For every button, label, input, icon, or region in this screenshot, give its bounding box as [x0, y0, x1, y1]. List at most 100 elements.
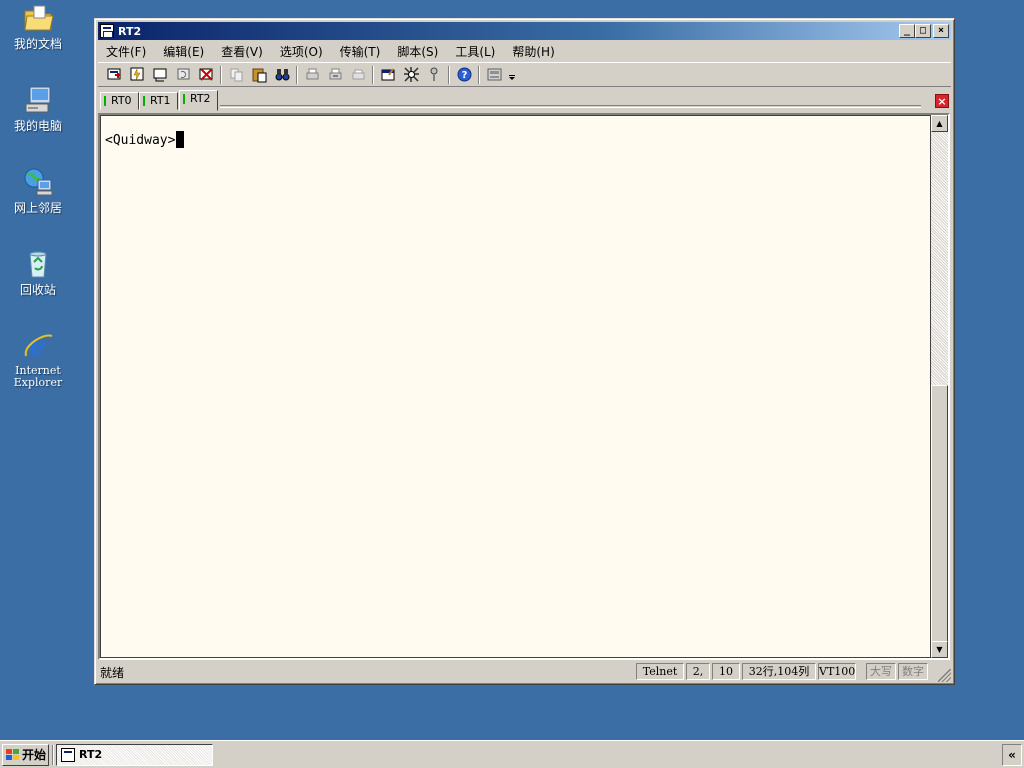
status-size: 32行,104列 [742, 663, 816, 680]
toolbar-connect-tab-button[interactable] [150, 65, 170, 85]
paste-icon [252, 68, 266, 83]
toolbar-print-selection-button[interactable] [325, 65, 345, 85]
reconnect-icon [177, 68, 189, 80]
internet-explorer-icon: e [24, 332, 53, 362]
menu-file[interactable]: 文件(F) [106, 43, 146, 60]
printer-icon [352, 69, 364, 80]
taskbar-window-label: RT2 [79, 748, 103, 761]
print-icon [306, 68, 318, 80]
terminal-panel[interactable]: <Quidway> ▲ ▼ [98, 113, 950, 660]
tray-expand-button[interactable]: « [1002, 744, 1022, 766]
status-bar: 就绪 Telnet 2, 10 32行,104列 VT100 大写 数字 [98, 662, 951, 682]
svg-text:?: ? [461, 70, 467, 81]
menu-edit[interactable]: 编辑(E) [163, 43, 204, 60]
menu-transfer[interactable]: 传输(T) [340, 43, 381, 60]
binoculars-icon [275, 69, 289, 81]
taskbar-separator [52, 745, 54, 765]
toolbar-keypad-button[interactable] [484, 65, 504, 85]
scroll-thumb[interactable] [931, 385, 948, 643]
desktop-icon-my-computer[interactable]: 我的电脑 [0, 84, 76, 133]
windows-logo-icon [6, 749, 20, 761]
toolbar-session-options-button[interactable] [378, 65, 398, 85]
terminal-prompt: <Quidway> [105, 133, 176, 148]
chevron-down-icon [509, 75, 515, 80]
toolbar-quick-connect-button[interactable] [127, 65, 147, 85]
menu-options[interactable]: 选项(O) [280, 43, 323, 60]
menu-view[interactable]: 查看(V) [221, 43, 263, 60]
session-options-icon [381, 68, 394, 81]
desktop-icon-label: Internet Explorer [13, 364, 63, 389]
toolbar-find-button[interactable] [272, 65, 292, 85]
toolbar-reconnect-button[interactable] [173, 65, 193, 85]
keypad-icon [487, 68, 501, 81]
app-icon [61, 748, 75, 762]
toolbar-disconnect-button[interactable] [196, 65, 216, 85]
window-titlebar[interactable]: RT2 _ □ × [98, 22, 951, 40]
toolbar-keymap-button[interactable] [424, 65, 444, 85]
status-emulation: VT100 [818, 663, 856, 680]
network-icon [24, 168, 53, 196]
start-label: 开始 [22, 748, 47, 762]
quick-connect-icon [130, 67, 143, 81]
print-selection-icon [329, 68, 341, 80]
svg-text:e: e [30, 332, 47, 362]
copy-icon [230, 68, 242, 82]
status-ready-text: 就绪 [100, 666, 125, 680]
desktop-icon-label: 网上邻居 [13, 201, 62, 215]
connect-tab-icon [153, 68, 166, 82]
tab-close-button[interactable]: × [935, 94, 949, 108]
close-button[interactable]: × [933, 24, 949, 38]
maximize-button[interactable]: □ [915, 24, 931, 38]
vertical-scrollbar[interactable]: ▲ ▼ [931, 115, 948, 658]
desktop-icon-internet-explorer[interactable]: e Internet Explorer [0, 330, 76, 389]
taskbar-window-rt2[interactable]: RT2 [56, 744, 213, 766]
taskbar: 开始 RT2 « [0, 740, 1024, 768]
terminal-output[interactable]: <Quidway> [100, 115, 931, 658]
toolbar-separator [372, 65, 374, 84]
resize-grip[interactable] [938, 669, 951, 682]
tab-rt0[interactable]: RT0 [100, 92, 139, 110]
status-caps: 大写 [866, 663, 896, 680]
computer-icon [25, 86, 51, 113]
tab-rt2[interactable]: RT2 [179, 90, 218, 111]
scroll-up-button[interactable]: ▲ [931, 115, 948, 132]
desktop-icon-label: 回收站 [19, 283, 56, 297]
desktop-icon-network-places[interactable]: 网上邻居 [0, 166, 76, 215]
toolbar-paste-button[interactable] [249, 65, 269, 85]
window-title: RT2 [118, 24, 142, 38]
toolbar-copy-button[interactable] [226, 65, 246, 85]
toolbar-separator [296, 65, 298, 84]
app-icon [100, 24, 114, 38]
start-button[interactable]: 开始 [2, 744, 49, 766]
desktop-icon-label: 我的电脑 [13, 119, 62, 133]
toolbar-global-options-button[interactable] [401, 65, 421, 85]
toolbar-separator [220, 65, 222, 84]
disconnect-icon [199, 68, 213, 81]
toolbar-overflow-button[interactable] [507, 65, 517, 85]
status-row: 2, [686, 663, 710, 680]
tab-rt1[interactable]: RT1 [139, 92, 178, 110]
menu-tools[interactable]: 工具(L) [455, 43, 495, 60]
desktop-icon-my-documents[interactable]: 我的文档 [0, 2, 76, 51]
status-num: 数字 [898, 663, 928, 680]
recycle-bin-icon [29, 251, 47, 278]
settings-grid-icon [403, 67, 419, 82]
toolbar-separator [478, 65, 480, 84]
toolbar: ? [98, 62, 951, 87]
desktop-icon-recycle-bin[interactable]: 回收站 [0, 248, 76, 297]
toolbar-print-setup-button[interactable] [348, 65, 368, 85]
help-icon: ? [457, 67, 471, 82]
toolbar-help-button[interactable]: ? [454, 65, 474, 85]
toolbar-print-button[interactable] [302, 65, 322, 85]
menu-help[interactable]: 帮助(H) [512, 43, 554, 60]
scroll-down-button[interactable]: ▼ [931, 641, 948, 658]
key-icon [430, 67, 437, 81]
minimize-button[interactable]: _ [899, 24, 915, 38]
menu-script[interactable]: 脚本(S) [397, 43, 438, 60]
tab-strip-line [220, 105, 921, 108]
toolbar-connect-button[interactable] [104, 65, 124, 85]
toolbar-separator [448, 65, 450, 84]
crt-window: RT2 _ □ × 文件(F) 编辑(E) 查看(V) 选项(O) 传输(T) … [94, 18, 955, 685]
folder-icon [24, 5, 54, 31]
desktop-icon-label: 我的文档 [13, 37, 62, 51]
